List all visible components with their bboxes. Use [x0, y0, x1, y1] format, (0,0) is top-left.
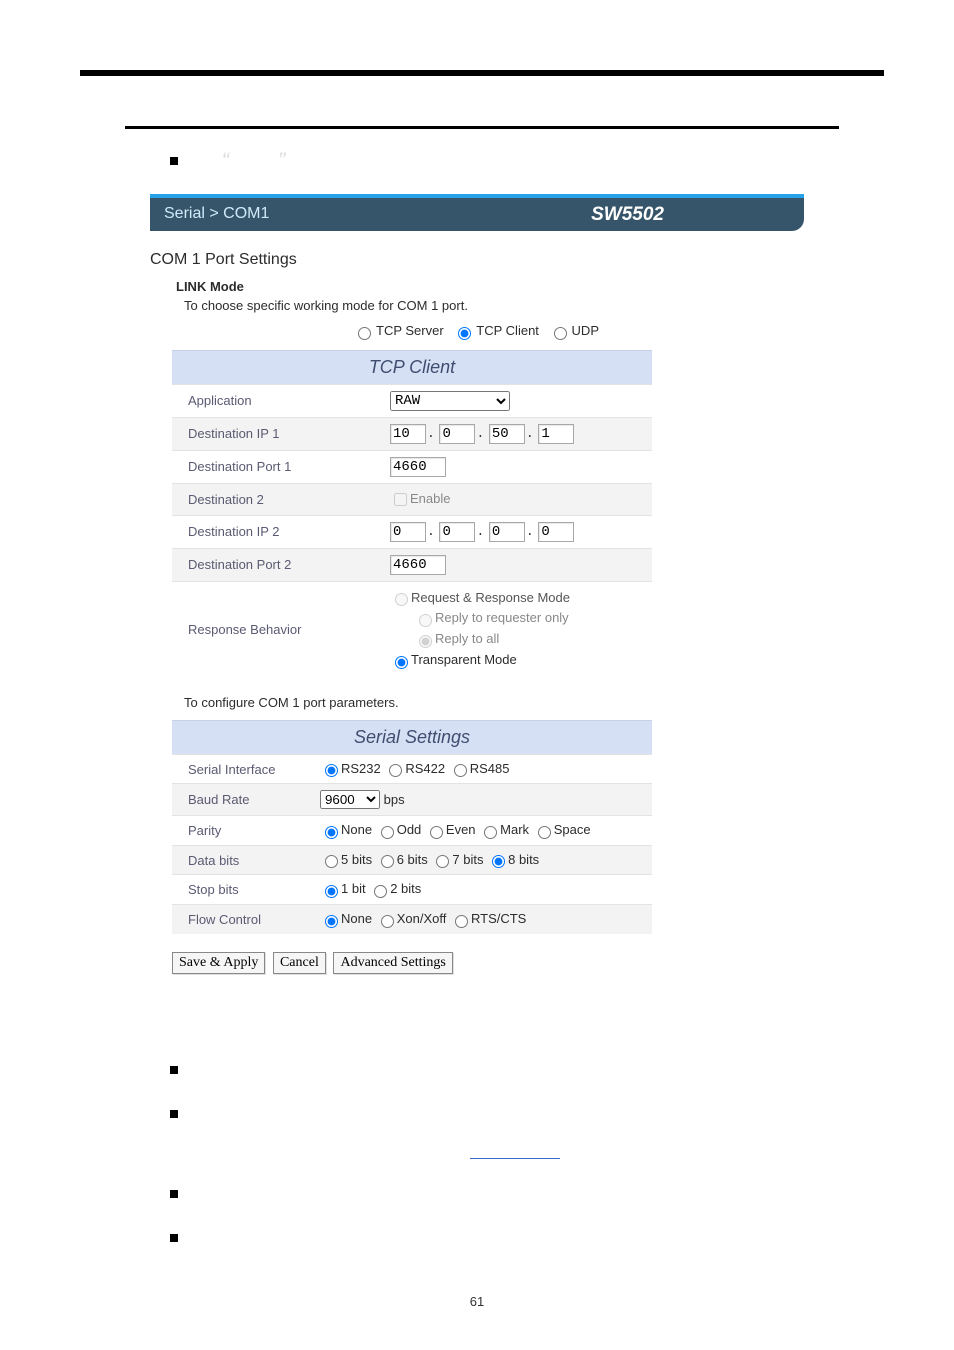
stop-bits-label: Stop bits — [172, 875, 314, 905]
radio-parity-mark[interactable] — [484, 826, 497, 839]
top-inner-rule — [125, 126, 839, 129]
radio-flow-rts[interactable] — [455, 915, 468, 928]
breadcrumb: Serial > COM1 — [164, 205, 269, 222]
radio-parity-odd[interactable] — [381, 826, 394, 839]
resp-option1-text: Request & Response Mode — [411, 590, 570, 605]
iface-label: Serial Interface — [172, 754, 314, 784]
dest2-enable-checkbox[interactable] — [394, 493, 407, 506]
page-number: 61 — [0, 1294, 954, 1309]
dest-port2-label: Destination Port 2 — [172, 548, 384, 581]
square-bullet-icon — [170, 1110, 178, 1118]
application-label: Application — [172, 384, 384, 417]
radio-parity-space[interactable] — [538, 826, 551, 839]
advanced-settings-button[interactable]: Advanced Settings — [333, 952, 452, 974]
resp-label: Response Behavior — [172, 581, 384, 677]
radio-8bits[interactable] — [492, 855, 505, 868]
radio-udp-label: UDP — [572, 323, 599, 338]
quote-marks: “ ” — [222, 148, 286, 174]
dest-ip2-oct1[interactable] — [390, 522, 426, 542]
dest2-enable-text: Enable — [410, 491, 450, 506]
radio-parity-even[interactable] — [430, 826, 443, 839]
tcp-client-table: TCP Client Application RAW Destination I… — [172, 350, 652, 677]
radio-2bits[interactable] — [374, 885, 387, 898]
radio-rs485[interactable] — [454, 764, 467, 777]
application-select[interactable]: RAW — [390, 391, 510, 411]
dest-port1-input[interactable] — [390, 457, 446, 477]
square-bullet-icon — [170, 1234, 178, 1242]
square-bullet-icon — [170, 1190, 178, 1198]
resp-sub2-text: Reply to all — [435, 631, 499, 646]
radio-1bit[interactable] — [325, 885, 338, 898]
top-outer-rule — [80, 70, 884, 76]
dest-ip1-oct2[interactable] — [439, 424, 475, 444]
radio-tcp-server-label: TCP Server — [376, 323, 444, 338]
resp-sub1-text: Reply to requester only — [435, 610, 569, 625]
flow-label: Flow Control — [172, 905, 314, 934]
parity-label: Parity — [172, 816, 314, 846]
baud-unit: bps — [384, 792, 405, 807]
dest-ip1-oct4[interactable] — [538, 424, 574, 444]
radio-tcp-client-label: TCP Client — [476, 323, 539, 338]
serial-settings-table: Serial Settings Serial Interface RS232 R… — [172, 720, 652, 934]
dest-port1-label: Destination Port 1 — [172, 450, 384, 483]
link-mode-radio-row: TCP Server TCP Client UDP — [150, 323, 804, 340]
radio-tcp-server[interactable] — [358, 327, 371, 340]
top-bullet-row: “ ” — [170, 148, 954, 172]
radio-rs422[interactable] — [389, 764, 402, 777]
radio-7bits[interactable] — [436, 855, 449, 868]
radio-parity-none[interactable] — [325, 826, 338, 839]
dest-ip2-oct4[interactable] — [538, 522, 574, 542]
dest-ip2-oct2[interactable] — [439, 522, 475, 542]
dest-ip2-label: Destination IP 2 — [172, 515, 384, 548]
radio-tcp-client[interactable] — [458, 327, 471, 340]
link-mode-heading: LINK Mode — [176, 279, 804, 294]
data-bits-label: Data bits — [172, 845, 314, 875]
save-apply-button[interactable]: Save & Apply — [172, 952, 265, 974]
serial-settings-header: Serial Settings — [172, 720, 652, 754]
radio-reply-all[interactable] — [419, 635, 432, 648]
radio-6bits[interactable] — [381, 855, 394, 868]
radio-5bits[interactable] — [325, 855, 338, 868]
radio-rs232[interactable] — [325, 764, 338, 777]
cancel-button[interactable]: Cancel — [273, 952, 326, 974]
page-header-bar: Serial > COM1 SW5502 — [150, 194, 804, 231]
link-underline — [470, 1157, 560, 1159]
radio-flow-none[interactable] — [325, 915, 338, 928]
dest-port2-input[interactable] — [390, 555, 446, 575]
baud-label: Baud Rate — [172, 784, 314, 816]
radio-udp[interactable] — [554, 327, 567, 340]
square-bullet-icon — [170, 157, 178, 165]
radio-reply-requester[interactable] — [419, 614, 432, 627]
dest-ip1-oct3[interactable] — [489, 424, 525, 444]
radio-transparent[interactable] — [395, 656, 408, 669]
baud-select[interactable]: 9600 — [320, 790, 380, 809]
lower-bullet-list — [170, 1054, 954, 1254]
dest2-label: Destination 2 — [172, 483, 384, 515]
radio-request-response[interactable] — [395, 593, 408, 606]
link-mode-note: To choose specific working mode for COM … — [184, 298, 804, 313]
square-bullet-icon — [170, 1066, 178, 1074]
tcp-client-header: TCP Client — [172, 350, 652, 384]
radio-flow-xon[interactable] — [381, 915, 394, 928]
serial-note: To configure COM 1 port parameters. — [184, 695, 804, 710]
dest-ip1-oct1[interactable] — [390, 424, 426, 444]
dest-ip1-label: Destination IP 1 — [172, 417, 384, 450]
resp-option2-text: Transparent Mode — [411, 652, 517, 667]
dest-ip2-oct3[interactable] — [489, 522, 525, 542]
model-label: SW5502 — [591, 204, 664, 226]
section-title: COM 1 Port Settings — [150, 251, 804, 269]
